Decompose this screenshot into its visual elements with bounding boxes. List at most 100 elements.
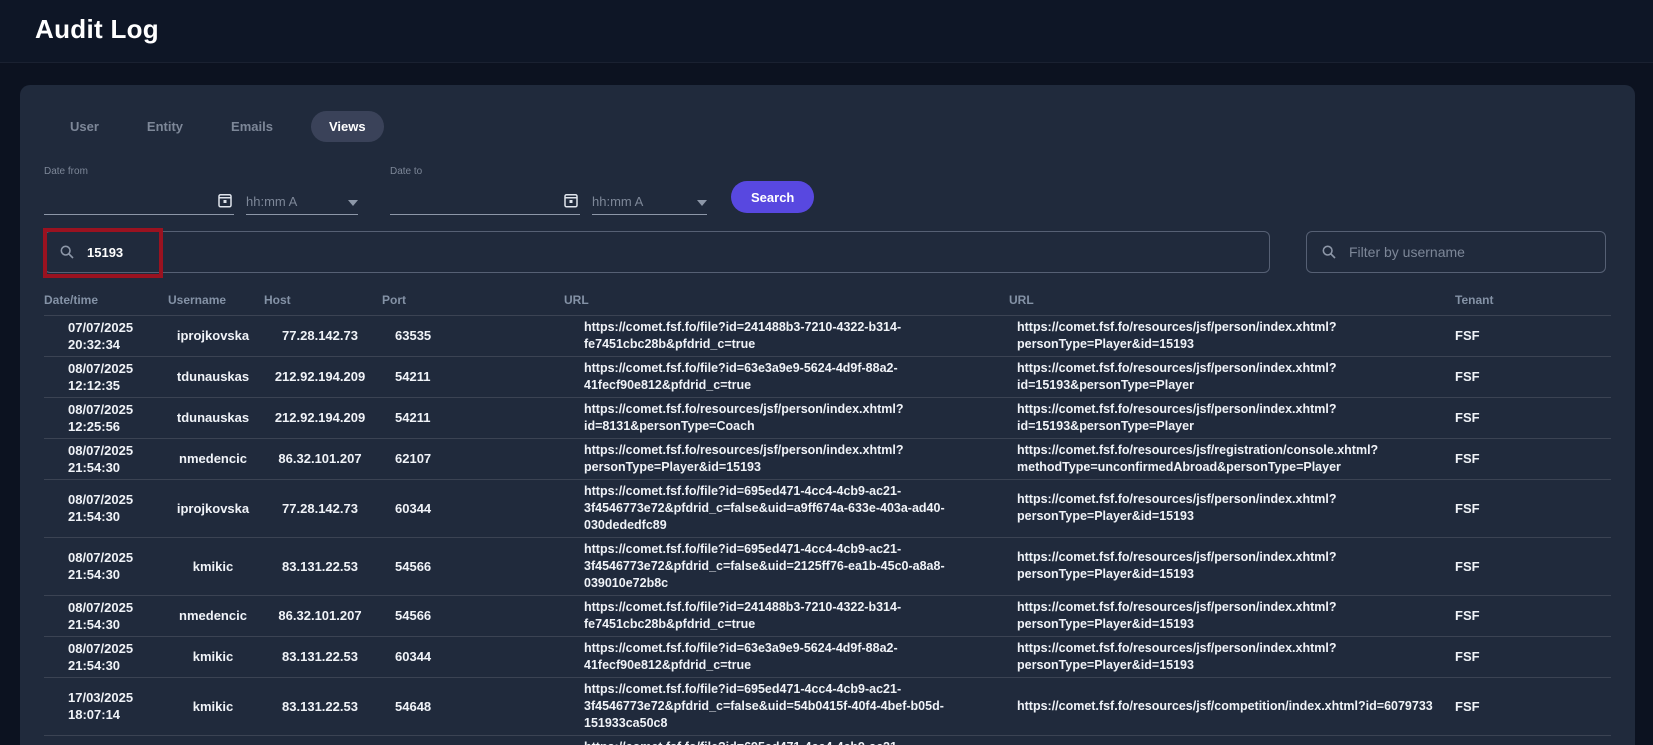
chevron-down-icon <box>697 200 707 206</box>
table-row: 08/07/202512:25:56 tdunauskas 212.92.194… <box>44 397 1611 438</box>
audit-table: Date/time Username Host Port URL URL Ten… <box>44 285 1611 745</box>
cell-datetime: 17/03/202518:07:14 <box>44 677 168 735</box>
cell-url: https://comet.fsf.fo/resources/jsf/perso… <box>997 537 1447 595</box>
cell-host: 212.92.194.209 <box>264 356 382 397</box>
cell-url: https://comet.fsf.fo/file?id=695ed471-4c… <box>552 677 997 735</box>
search-input-container <box>44 231 1270 273</box>
cell-host: 212.92.194.209 <box>264 735 382 745</box>
cell-tenant: FSF <box>1447 479 1611 537</box>
table-row: 08/07/202521:54:30 iprojkovska 77.28.142… <box>44 479 1611 537</box>
cell-url: https://comet.fsf.fo/resources/jsf/perso… <box>552 397 997 438</box>
cell-host: 212.92.194.209 <box>264 397 382 438</box>
cell-url: https://comet.fsf.fo/resources/jsf/compe… <box>997 677 1447 735</box>
tab-user[interactable]: User <box>60 111 109 142</box>
cell-port: 60344 <box>382 636 552 677</box>
cell-username: kmikic <box>168 677 264 735</box>
username-filter-container <box>1306 231 1606 273</box>
column-header-datetime: Date/time <box>44 285 168 315</box>
tab-entity[interactable]: Entity <box>137 111 193 142</box>
calendar-icon[interactable] <box>562 191 580 209</box>
username-filter-input[interactable] <box>1349 245 1591 260</box>
time-from-select[interactable]: hh:mm A <box>246 187 358 215</box>
cell-port: 54211 <box>382 735 552 745</box>
cell-url: https://comet.fsf.fo/resources/jsf/perso… <box>997 356 1447 397</box>
cell-url: https://comet.fsf.fo/file?id=695ed471-4c… <box>552 537 997 595</box>
date-to-field[interactable]: Date to <box>390 166 580 215</box>
cell-datetime: 05/04/202509:50:42 <box>44 735 168 745</box>
cell-url: https://comet.fsf.fo/resources/jsf/perso… <box>997 479 1447 537</box>
cell-datetime: 08/07/202512:12:35 <box>44 356 168 397</box>
search-icon <box>59 244 75 260</box>
cell-port: 54566 <box>382 537 552 595</box>
cell-tenant: FSF <box>1447 537 1611 595</box>
search-icon <box>1321 244 1337 260</box>
app-header: Audit Log <box>0 0 1653 63</box>
cell-port: 54211 <box>382 356 552 397</box>
cell-host: 83.131.22.53 <box>264 537 382 595</box>
tab-bar: User Entity Emails Views <box>20 85 1635 142</box>
search-row <box>44 231 1611 273</box>
time-from-placeholder: hh:mm A <box>246 194 297 209</box>
cell-port: 62107 <box>382 438 552 479</box>
cell-url: https://comet.fsf.fo/resources/jsf/perso… <box>997 315 1447 356</box>
cell-host: 86.32.101.207 <box>264 438 382 479</box>
cell-url: https://comet.fsf.fo/resources/jsf/perso… <box>997 397 1447 438</box>
cell-tenant: FSF <box>1447 356 1611 397</box>
date-to-label: Date to <box>390 166 580 177</box>
cell-port: 54566 <box>382 595 552 636</box>
chevron-down-icon <box>348 200 358 206</box>
table-row: 08/07/202512:12:35 tdunauskas 212.92.194… <box>44 356 1611 397</box>
time-to-select[interactable]: hh:mm A <box>592 187 707 215</box>
time-to-placeholder: hh:mm A <box>592 194 643 209</box>
table-row: 08/07/202521:54:30 kmikic 83.131.22.53 5… <box>44 537 1611 595</box>
date-from-label: Date from <box>44 166 234 177</box>
cell-username: kmikic <box>168 537 264 595</box>
cell-datetime: 08/07/202521:54:30 <box>44 636 168 677</box>
cell-url: https://comet.fsf.fo/file?id=241488b3-72… <box>552 595 997 636</box>
table-header-row: Date/time Username Host Port URL URL Ten… <box>44 285 1611 315</box>
cell-datetime: 08/07/202521:54:30 <box>44 438 168 479</box>
cell-url: https://comet.fsf.fo/file?id=63e3a9e9-56… <box>552 636 997 677</box>
table-row: 08/07/202521:54:30 kmikic 83.131.22.53 6… <box>44 636 1611 677</box>
column-header-username: Username <box>168 285 264 315</box>
page-title: Audit Log <box>35 14 1653 45</box>
cell-tenant: FSF <box>1447 677 1611 735</box>
cell-url: https://comet.fsf.fo/file?id=241488b3-72… <box>552 315 997 356</box>
cell-username: nmedencic <box>168 595 264 636</box>
cell-tenant: FSF <box>1447 636 1611 677</box>
search-input[interactable] <box>87 245 1255 260</box>
cell-username: nmedencic <box>168 438 264 479</box>
date-from-field[interactable]: Date from <box>44 166 234 215</box>
column-header-url: URL <box>997 285 1447 315</box>
tab-emails[interactable]: Emails <box>221 111 283 142</box>
tab-views[interactable]: Views <box>311 111 384 142</box>
cell-tenant: FSF <box>1447 595 1611 636</box>
cell-datetime: 08/07/202521:54:30 <box>44 537 168 595</box>
cell-tenant: FSF <box>1447 735 1611 745</box>
audit-log-card: User Entity Emails Views Date from hh:mm… <box>20 85 1635 745</box>
cell-url: https://comet.fsf.fo/file?id=63e3a9e9-56… <box>552 356 997 397</box>
column-header-host: Host <box>264 285 382 315</box>
table-row: 17/03/202518:07:14 kmikic 83.131.22.53 5… <box>44 677 1611 735</box>
column-header-url: URL <box>552 285 997 315</box>
cell-datetime: 08/07/202521:54:30 <box>44 595 168 636</box>
cell-url: https://comet.fsf.fo/resources/jsf/perso… <box>997 636 1447 677</box>
cell-host: 86.32.101.207 <box>264 595 382 636</box>
cell-url: https://comet.fsf.fo/file?id=695ed471-4c… <box>552 479 997 537</box>
audit-table-body: 07/07/202520:32:34 iprojkovska 77.28.142… <box>44 315 1611 745</box>
filter-row: Date from hh:mm A Date to <box>44 166 1611 215</box>
cell-host: 83.131.22.53 <box>264 636 382 677</box>
cell-port: 60344 <box>382 479 552 537</box>
cell-tenant: FSF <box>1447 315 1611 356</box>
cell-host: 83.131.22.53 <box>264 677 382 735</box>
cell-tenant: FSF <box>1447 438 1611 479</box>
cell-port: 54648 <box>382 677 552 735</box>
table-row: 05/04/202509:50:42 tdunauskas 212.92.194… <box>44 735 1611 745</box>
cell-username: tdunauskas <box>168 397 264 438</box>
cell-url: https://comet.fsf.fo/resources/jsf/compe… <box>997 735 1447 745</box>
table-row: 08/07/202521:54:30 nmedencic 86.32.101.2… <box>44 595 1611 636</box>
calendar-icon[interactable] <box>216 191 234 209</box>
search-button[interactable]: Search <box>731 181 814 213</box>
column-header-port: Port <box>382 285 552 315</box>
cell-datetime: 07/07/202520:32:34 <box>44 315 168 356</box>
